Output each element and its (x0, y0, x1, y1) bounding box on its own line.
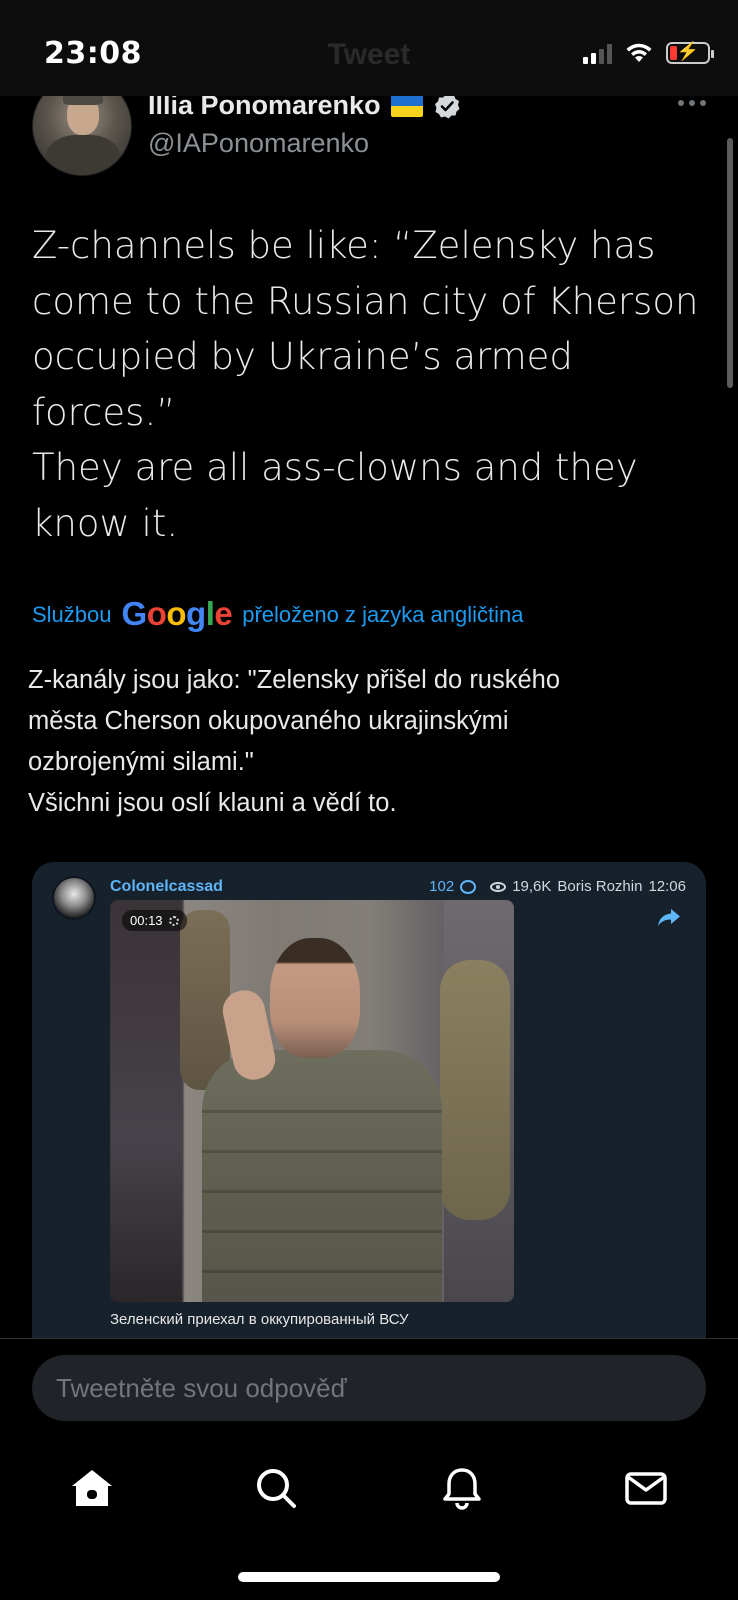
video-subject (202, 1050, 442, 1302)
eye-icon (490, 881, 507, 892)
comment-icon (460, 879, 477, 894)
translated-text: Z-kanály jsou jako: "Zelensky přišel do … (28, 666, 561, 817)
notifications-icon[interactable] (438, 1464, 486, 1512)
translation-attribution: Službou Google přeloženo z jazyka anglič… (32, 595, 524, 634)
reply-bar (0, 1338, 738, 1434)
video-caption: Зеленский приехал в оккупированный ВСУ (110, 1311, 409, 1328)
post-author: Boris Rozhin (557, 878, 643, 895)
home-icon[interactable] (68, 1464, 116, 1512)
status-icons: ⚡ (583, 38, 714, 68)
status-time: 23:08 (44, 36, 142, 71)
more-options-icon[interactable] (678, 100, 706, 106)
channel-avatar (52, 876, 96, 920)
ukraine-flag-icon (390, 94, 423, 117)
home-indicator[interactable] (238, 1572, 500, 1582)
wifi-icon (626, 43, 652, 62)
google-logo: Google (121, 595, 233, 632)
messages-icon[interactable] (622, 1464, 670, 1512)
post-time: 12:06 (648, 878, 686, 895)
channel-name: Colonelcassad (110, 878, 223, 895)
video-duration: 00:13 (122, 910, 187, 931)
media-card[interactable]: Colonelcassad 102 19,6K Boris Rozhin 12:… (32, 862, 706, 1382)
loading-icon (168, 915, 179, 926)
battery-charging-icon: ⚡ (666, 41, 714, 64)
translation-suffix: přeloženo z jazyka angličtina (242, 602, 524, 627)
reply-count: 102 (429, 878, 455, 895)
cellular-signal-icon (583, 42, 612, 64)
tweet-text: Z-channels be like: “Zelensky has come t… (32, 224, 699, 545)
author-handle[interactable]: @IAPonomarenko (148, 128, 369, 159)
card-meta: 102 19,6K Boris Rozhin 12:06 (429, 878, 686, 895)
reply-input[interactable] (32, 1355, 706, 1421)
share-icon (658, 909, 680, 926)
translation-prefix: Službou (32, 602, 112, 627)
view-count: 19,6K (512, 878, 552, 895)
scrollbar[interactable] (727, 138, 733, 388)
video-thumbnail[interactable]: 00:13 (110, 900, 514, 1302)
search-icon[interactable] (252, 1464, 300, 1512)
status-bar: Tweet 23:08 ⚡ (0, 0, 738, 96)
